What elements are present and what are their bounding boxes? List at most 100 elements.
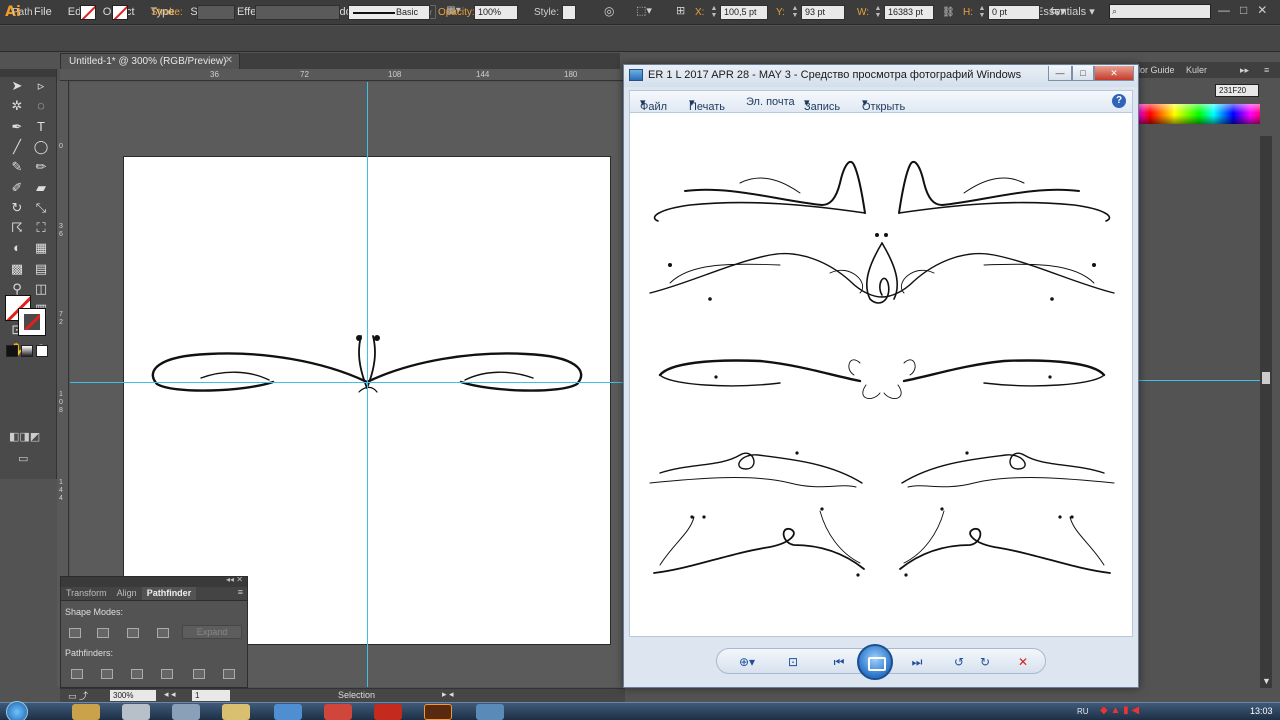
x-field[interactable]: 100,5 pt xyxy=(720,5,768,20)
free-transform-tool-icon[interactable]: ⛶ xyxy=(31,219,51,237)
color-spectrum[interactable] xyxy=(1138,104,1260,124)
transform-panel-icon[interactable]: ⇆▾ xyxy=(1050,4,1066,18)
menu-file-ru[interactable]: Файл ▾ xyxy=(640,96,667,113)
viewer-close-button[interactable]: ✕ xyxy=(1094,66,1134,81)
filezilla-icon[interactable] xyxy=(374,704,402,720)
gradient-mode-button[interactable] xyxy=(21,345,33,357)
type-tool-icon[interactable]: T xyxy=(31,118,51,136)
crop-icon[interactable] xyxy=(161,669,173,679)
start-button[interactable] xyxy=(6,701,28,720)
rotate-ccw-icon[interactable]: ↺ xyxy=(949,654,969,670)
variable-width-profile[interactable] xyxy=(255,5,340,20)
status-menu-icon[interactable]: ▸ ◂ xyxy=(442,689,454,700)
direct-selection-tool-icon[interactable]: ▹ xyxy=(31,77,51,95)
align-options-icon[interactable]: ⬚▾ xyxy=(636,4,652,17)
draw-mode-icon[interactable]: ◧◨◩ xyxy=(9,430,40,443)
scroll-down-icon[interactable]: ▼ xyxy=(1262,676,1271,686)
artboard-field[interactable]: 1 xyxy=(192,690,230,701)
tab-kuler[interactable]: Kuler xyxy=(1186,65,1207,75)
panel-grip[interactable] xyxy=(0,69,56,77)
delete-icon[interactable]: ✕ xyxy=(1013,654,1033,670)
document-tab[interactable]: Untitled-1* @ 300% (RGB/Preview) ✕ xyxy=(60,53,240,69)
recolor-icon[interactable]: ◎ xyxy=(604,4,614,18)
perspective-grid-tool-icon[interactable]: ▦ xyxy=(31,239,51,257)
chrome-icon[interactable] xyxy=(324,704,352,720)
y-stepper[interactable]: ▲ ▼ xyxy=(790,5,800,20)
help-search-input[interactable]: ⌕ xyxy=(1109,4,1211,19)
horizontal-guide[interactable] xyxy=(70,382,625,383)
taskbar-app-icon[interactable] xyxy=(122,704,150,720)
color-mode-button[interactable] xyxy=(6,345,18,357)
outline-icon[interactable] xyxy=(193,669,205,679)
tab-pathfinder[interactable]: Pathfinder xyxy=(141,587,197,600)
pencil-tool-icon[interactable]: ✏ xyxy=(31,158,51,176)
photo-viewer-taskbar-icon[interactable] xyxy=(476,704,504,720)
artboard-nav-icon[interactable]: ◂ ◂ xyxy=(164,689,176,700)
ellipse-tool-icon[interactable]: ◯ xyxy=(31,138,51,156)
zoom-icon[interactable]: ⊕▾ xyxy=(737,654,757,670)
panel-scrollbar[interactable] xyxy=(1260,136,1272,688)
pen-tool-icon[interactable]: ✒ xyxy=(7,118,27,136)
h-field[interactable]: 0 pt xyxy=(988,5,1040,20)
fill-swatch[interactable] xyxy=(80,5,96,20)
minus-front-icon[interactable] xyxy=(97,628,109,638)
w-stepper[interactable]: ▲ ▼ xyxy=(873,5,883,20)
reference-point-icon[interactable]: ⊞ xyxy=(676,4,685,17)
menu-open-ru[interactable]: Открыть ▾ xyxy=(862,96,905,113)
stroke-swatch[interactable] xyxy=(112,5,128,20)
blob-brush-tool-icon[interactable]: ✐ xyxy=(7,179,27,197)
shape-builder-tool-icon[interactable]: ◐ xyxy=(7,239,27,257)
screen-mode-icon[interactable]: ▭ xyxy=(18,452,28,465)
stroke-label[interactable]: Stroke: xyxy=(151,7,183,18)
panel-menu-icon[interactable]: ≡ xyxy=(238,587,247,600)
previous-icon[interactable]: ⏮ xyxy=(829,654,849,670)
gradient-tool-icon[interactable]: ▤ xyxy=(31,260,51,278)
stroke-color-box[interactable] xyxy=(18,308,46,336)
viewer-minimize-button[interactable]: — xyxy=(1048,66,1072,81)
intersect-icon[interactable] xyxy=(127,628,139,638)
help-icon[interactable]: ? xyxy=(1112,94,1126,108)
rotate-tool-icon[interactable]: ↻ xyxy=(7,199,27,217)
rotate-cw-icon[interactable]: ↻ xyxy=(975,654,995,670)
trim-icon[interactable] xyxy=(101,669,113,679)
tab-align[interactable]: Align xyxy=(112,587,142,600)
h-stepper[interactable]: ▲ ▼ xyxy=(977,5,987,20)
opacity-field[interactable]: 100% xyxy=(474,5,518,20)
language-indicator[interactable]: RU xyxy=(1077,707,1089,716)
paintbrush-tool-icon[interactable]: ✎ xyxy=(7,158,27,176)
taskbar-app-icon[interactable] xyxy=(72,704,100,720)
graphic-style-swatch[interactable] xyxy=(562,5,576,20)
none-mode-button[interactable] xyxy=(36,345,48,357)
stroke-weight-field[interactable] xyxy=(197,5,235,20)
panel-menu-icon[interactable]: ▸▸ xyxy=(1240,65,1249,76)
actual-size-icon[interactable]: ⊡ xyxy=(783,654,803,670)
vertical-guide[interactable] xyxy=(367,82,368,687)
brush-definition[interactable]: Basic xyxy=(348,5,430,20)
tab-transform[interactable]: Transform xyxy=(61,587,112,600)
close-button[interactable]: ✕ xyxy=(1257,3,1267,17)
fill-stroke-widget[interactable] xyxy=(5,295,49,337)
divide-icon[interactable] xyxy=(71,669,83,679)
menu-print-ru[interactable]: Печать ▾ xyxy=(689,96,725,113)
hex-color-field[interactable]: 231F20 xyxy=(1215,84,1259,97)
collapse-icon[interactable]: ◂◂ ✕ xyxy=(226,575,243,584)
magic-wand-tool-icon[interactable]: ✲ xyxy=(7,97,27,115)
selection-tool-icon[interactable]: ➤ xyxy=(7,77,27,95)
w-field[interactable]: 16383 pt xyxy=(884,5,934,20)
warp-tool-icon[interactable]: ☈ xyxy=(7,219,27,237)
constrain-proportions-icon[interactable]: ⛓ xyxy=(942,7,955,18)
scrollbar-thumb[interactable] xyxy=(1262,372,1270,384)
line-tool-icon[interactable]: ╱ xyxy=(7,138,27,156)
taskbar-app-icon[interactable] xyxy=(172,704,200,720)
illustrator-taskbar-icon[interactable] xyxy=(424,704,452,720)
expand-button[interactable]: Expand xyxy=(182,625,242,639)
eraser-tool-icon[interactable]: ▰ xyxy=(31,179,51,197)
menu-email-ru[interactable]: Эл. почта xyxy=(746,96,795,108)
lasso-tool-icon[interactable]: ◌ xyxy=(31,97,51,115)
x-stepper[interactable]: ▲ ▼ xyxy=(709,5,719,20)
merge-icon[interactable] xyxy=(131,669,143,679)
y-field[interactable]: 93 pt xyxy=(801,5,845,20)
panel-options-icon[interactable]: ≡ xyxy=(1264,65,1269,75)
minus-back-icon[interactable] xyxy=(223,669,235,679)
opacity-label[interactable]: Opacity: xyxy=(438,7,475,18)
